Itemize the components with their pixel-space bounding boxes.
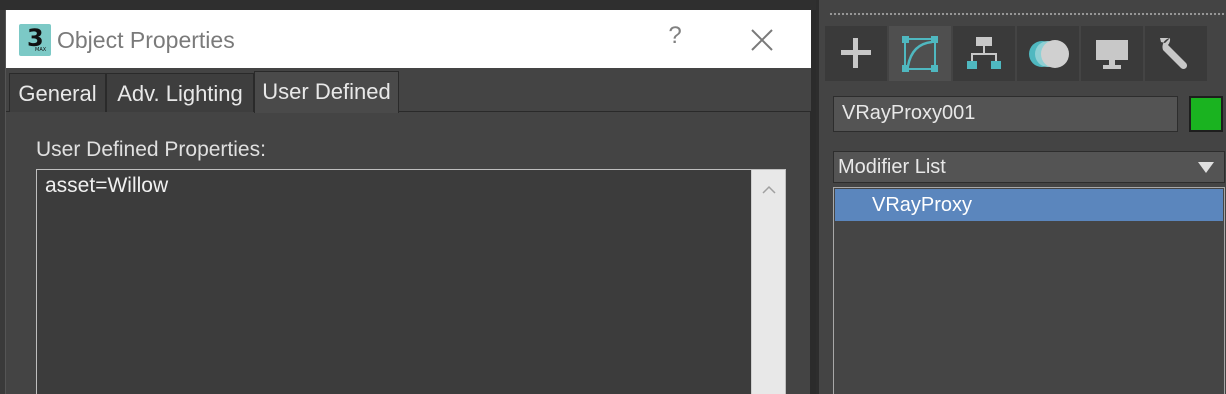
tab-general[interactable]: General <box>9 73 106 112</box>
tab-user-defined[interactable]: User Defined <box>254 71 399 113</box>
object-color-swatch[interactable] <box>1189 96 1223 132</box>
user-defined-properties-label: User Defined Properties: <box>36 138 266 161</box>
modifier-list-dropdown[interactable]: Modifier List <box>833 151 1225 183</box>
dialog-title: Object Properties <box>57 27 235 53</box>
user-defined-properties-textarea[interactable]: asset=Willow <box>36 169 786 394</box>
tab-adv-lighting[interactable]: Adv. Lighting <box>106 73 254 112</box>
help-button[interactable]: ? <box>660 22 690 52</box>
dialog-tabs: General Adv. Lighting User Defined <box>6 68 811 113</box>
object-name-input[interactable]: VRayProxy001 <box>833 96 1178 132</box>
display-monitor-icon[interactable] <box>1081 26 1143 81</box>
dialog-titlebar[interactable]: 3 MAX Object Properties ? <box>6 10 811 68</box>
close-icon[interactable] <box>746 24 778 56</box>
hierarchy-icon[interactable] <box>953 26 1015 81</box>
modifier-list-label: Modifier List <box>838 156 946 178</box>
modifier-stack[interactable]: VRayProxy <box>833 187 1225 394</box>
command-panel: VRayProxy001 Modifier List VRayProxy <box>816 0 1226 394</box>
create-plus-icon[interactable] <box>825 26 887 81</box>
3dsmax-app-icon: 3 MAX <box>19 24 51 56</box>
command-panel-tabs <box>825 26 1225 82</box>
stack-item-vrayproxy[interactable]: VRayProxy <box>835 189 1223 221</box>
modify-curve-icon[interactable] <box>889 26 951 81</box>
textarea-scrollbar[interactable] <box>751 170 785 394</box>
scroll-up-arrow-icon[interactable] <box>762 182 776 194</box>
top-strip <box>0 0 816 10</box>
user-defined-properties-text: asset=Willow <box>45 174 169 197</box>
dropdown-arrow-icon[interactable] <box>1198 162 1214 173</box>
motion-icon[interactable] <box>1017 26 1079 81</box>
utilities-wrench-icon[interactable] <box>1145 26 1207 81</box>
panel-grip[interactable] <box>829 12 1225 17</box>
object-properties-dialog: 3 MAX Object Properties ? General Adv. L… <box>5 10 811 394</box>
